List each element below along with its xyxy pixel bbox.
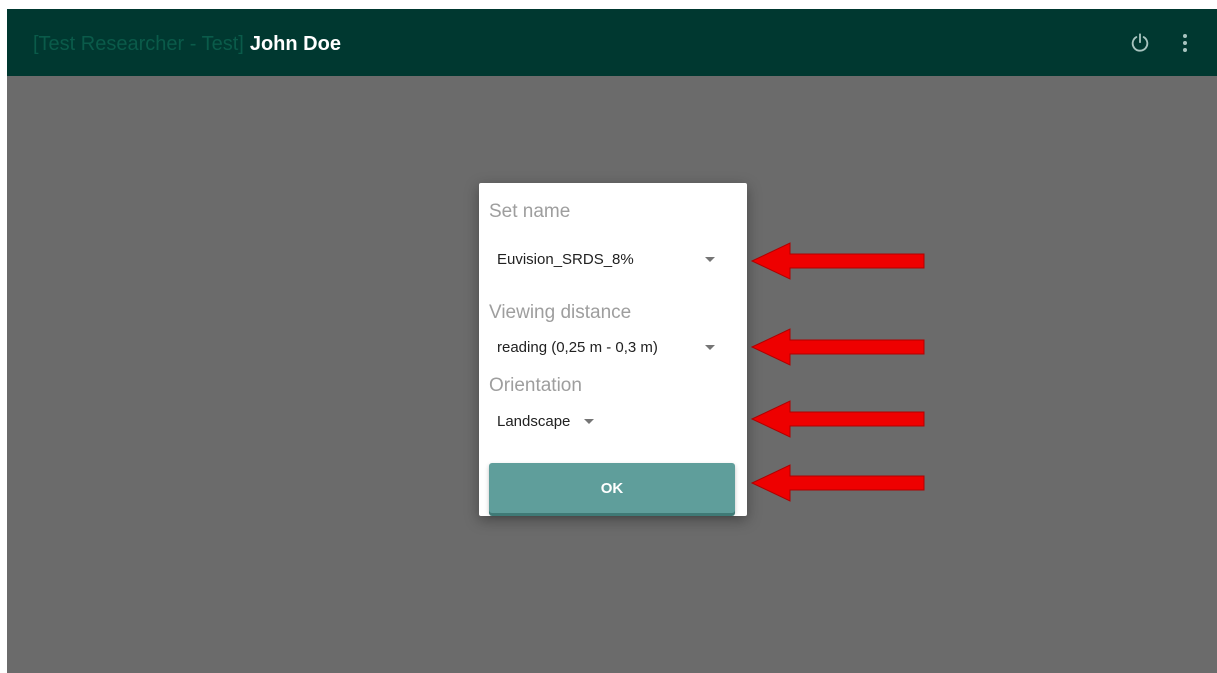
annotation-arrow-icon	[750, 464, 925, 502]
orientation-dropdown[interactable]: Landscape	[497, 407, 595, 435]
app-bar: [Test Researcher - Test] John Doe	[7, 9, 1217, 76]
dropdown-caret-icon	[705, 344, 715, 350]
test-settings-dialog: Set name Euvision_SRDS_8% Viewing distan…	[479, 183, 747, 516]
app-bar-title: [Test Researcher - Test] John Doe	[33, 31, 341, 57]
dropdown-caret-icon	[705, 256, 715, 262]
viewing-distance-value: reading (0,25 m - 0,3 m)	[497, 338, 658, 356]
set-name-value: Euvision_SRDS_8%	[497, 250, 634, 268]
screenshot-frame: [Test Researcher - Test] John Doe Set nam…	[0, 0, 1217, 673]
orientation-value: Landscape	[497, 412, 571, 430]
power-icon[interactable]	[1126, 29, 1154, 57]
app-screen: [Test Researcher - Test] John Doe Set nam…	[7, 9, 1217, 673]
annotation-arrow-icon	[750, 328, 925, 366]
more-vert-icon[interactable]	[1171, 29, 1199, 57]
set-name-label: Set name	[489, 201, 571, 222]
annotation-arrow-icon	[750, 400, 925, 438]
dropdown-caret-icon	[584, 418, 595, 424]
viewing-distance-dropdown[interactable]: reading (0,25 m - 0,3 m)	[497, 333, 719, 361]
researcher-label: [Test Researcher - Test]	[33, 33, 244, 55]
patient-name: John Doe	[249, 33, 341, 55]
orientation-label: Orientation	[489, 375, 582, 396]
set-name-dropdown[interactable]: Euvision_SRDS_8%	[497, 245, 719, 273]
annotation-arrow-icon	[750, 242, 925, 280]
ok-button[interactable]: OK	[489, 463, 735, 513]
viewing-distance-label: Viewing distance	[489, 302, 632, 323]
